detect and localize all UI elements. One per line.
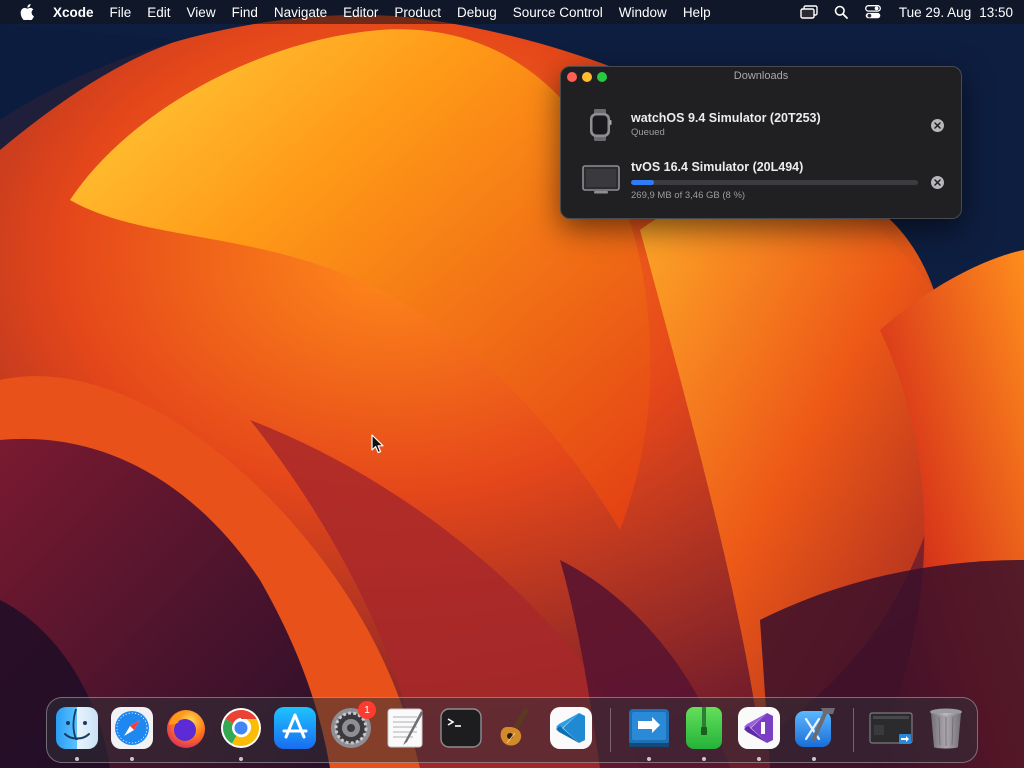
running-indicator bbox=[757, 757, 761, 761]
dock-chrome[interactable] bbox=[218, 705, 264, 751]
screenshot-icon bbox=[869, 712, 913, 744]
window-titlebar[interactable]: Downloads bbox=[561, 67, 961, 87]
apple-tv-icon bbox=[582, 165, 620, 200]
screen-mirroring-icon[interactable] bbox=[798, 2, 820, 22]
dock-screenshot[interactable] bbox=[868, 705, 914, 751]
vscode-icon bbox=[550, 707, 592, 749]
download-item-watchos: watchOS 9.4 Simulator (20T253) Queued bbox=[561, 101, 961, 149]
menu-app-xcode[interactable]: Xcode bbox=[47, 5, 102, 20]
running-indicator bbox=[75, 757, 79, 761]
downloads-window: Downloads watchOS 9.4 Simulator (20T253)… bbox=[560, 66, 962, 219]
menu-view[interactable]: View bbox=[179, 5, 224, 20]
app-store-icon bbox=[274, 707, 316, 749]
notification-badge: 1 bbox=[358, 701, 376, 719]
menu-bar-clock[interactable]: Tue 29. Aug 13:50 bbox=[899, 5, 1013, 20]
menu-editor[interactable]: Editor bbox=[335, 5, 386, 20]
menu-edit[interactable]: Edit bbox=[139, 5, 178, 20]
dock-vscode[interactable] bbox=[548, 705, 594, 751]
migration-assistant-icon bbox=[629, 709, 669, 747]
control-center-icon[interactable] bbox=[862, 2, 884, 22]
menu-product[interactable]: Product bbox=[386, 5, 449, 20]
dock-terminal[interactable] bbox=[438, 705, 484, 751]
close-icon bbox=[934, 122, 941, 129]
trash-icon bbox=[930, 708, 962, 749]
archive-utility-icon bbox=[686, 707, 722, 749]
download-item-tvos: tvOS 16.4 Simulator (20L494) 269,9 MB of… bbox=[561, 155, 961, 211]
terminal-icon bbox=[440, 708, 482, 748]
mouse-pointer-icon bbox=[371, 434, 384, 454]
running-indicator bbox=[239, 757, 243, 761]
window-title: Downloads bbox=[733, 70, 789, 82]
firefox-icon bbox=[167, 710, 205, 748]
cancel-download-button[interactable] bbox=[931, 119, 944, 132]
download-item-name: tvOS 16.4 Simulator (20L494) bbox=[631, 160, 804, 174]
menu-source-control[interactable]: Source Control bbox=[505, 5, 611, 20]
apple-watch-icon bbox=[588, 109, 612, 146]
chrome-icon bbox=[221, 708, 261, 748]
dock-system-settings[interactable]: 1 bbox=[328, 701, 376, 751]
running-indicator bbox=[130, 757, 134, 761]
visual-studio-icon bbox=[738, 707, 780, 749]
dock-app-store[interactable] bbox=[272, 705, 318, 751]
dock-finder[interactable] bbox=[54, 705, 100, 751]
menu-bar: Xcode File Edit View Find Navigate Edito… bbox=[0, 0, 1024, 24]
xcode-icon bbox=[795, 708, 835, 747]
menu-find[interactable]: Find bbox=[224, 5, 266, 20]
dock-safari[interactable] bbox=[109, 705, 155, 751]
dock-separator bbox=[610, 708, 611, 752]
running-indicator bbox=[647, 757, 651, 761]
cancel-download-button[interactable] bbox=[931, 176, 944, 189]
dock-separator bbox=[853, 708, 854, 752]
download-item-status: 269,9 MB of 3,46 GB (8 %) bbox=[631, 190, 746, 201]
menu-file[interactable]: File bbox=[102, 5, 140, 20]
dock-migration-assistant[interactable] bbox=[626, 705, 672, 751]
garageband-icon bbox=[500, 708, 529, 746]
menu-window[interactable]: Window bbox=[611, 5, 675, 20]
dock-trash[interactable] bbox=[923, 705, 969, 751]
dock-firefox[interactable] bbox=[163, 705, 209, 751]
menu-navigate[interactable]: Navigate bbox=[266, 5, 335, 20]
download-item-name: watchOS 9.4 Simulator (20T253) bbox=[631, 111, 821, 125]
dock-xcode[interactable] bbox=[791, 705, 837, 751]
download-item-status: Queued bbox=[631, 127, 665, 138]
apple-menu-icon[interactable] bbox=[17, 2, 37, 22]
menu-debug[interactable]: Debug bbox=[449, 5, 505, 20]
dock-garageband[interactable] bbox=[493, 705, 539, 751]
status-area: Tue 29. Aug 13:50 bbox=[793, 0, 1024, 24]
menu-help[interactable]: Help bbox=[675, 5, 719, 20]
dock-archive-utility[interactable] bbox=[681, 705, 727, 751]
spotlight-search-icon[interactable] bbox=[830, 2, 852, 22]
close-icon bbox=[934, 179, 941, 186]
dock-visual-studio[interactable] bbox=[736, 705, 782, 751]
running-indicator bbox=[812, 757, 816, 761]
app-menus: Xcode File Edit View Find Navigate Edito… bbox=[47, 5, 719, 20]
clock-date: Tue 29. Aug bbox=[898, 4, 972, 20]
running-indicator bbox=[702, 757, 706, 761]
dock: 1 bbox=[46, 697, 978, 763]
clock-time: 13:50 bbox=[979, 4, 1013, 20]
download-progress-bar bbox=[631, 180, 918, 185]
safari-icon bbox=[111, 707, 153, 749]
dock-textedit[interactable] bbox=[383, 705, 429, 751]
finder-icon bbox=[56, 707, 98, 749]
textedit-icon bbox=[387, 708, 423, 748]
download-progress-fill bbox=[631, 180, 654, 185]
